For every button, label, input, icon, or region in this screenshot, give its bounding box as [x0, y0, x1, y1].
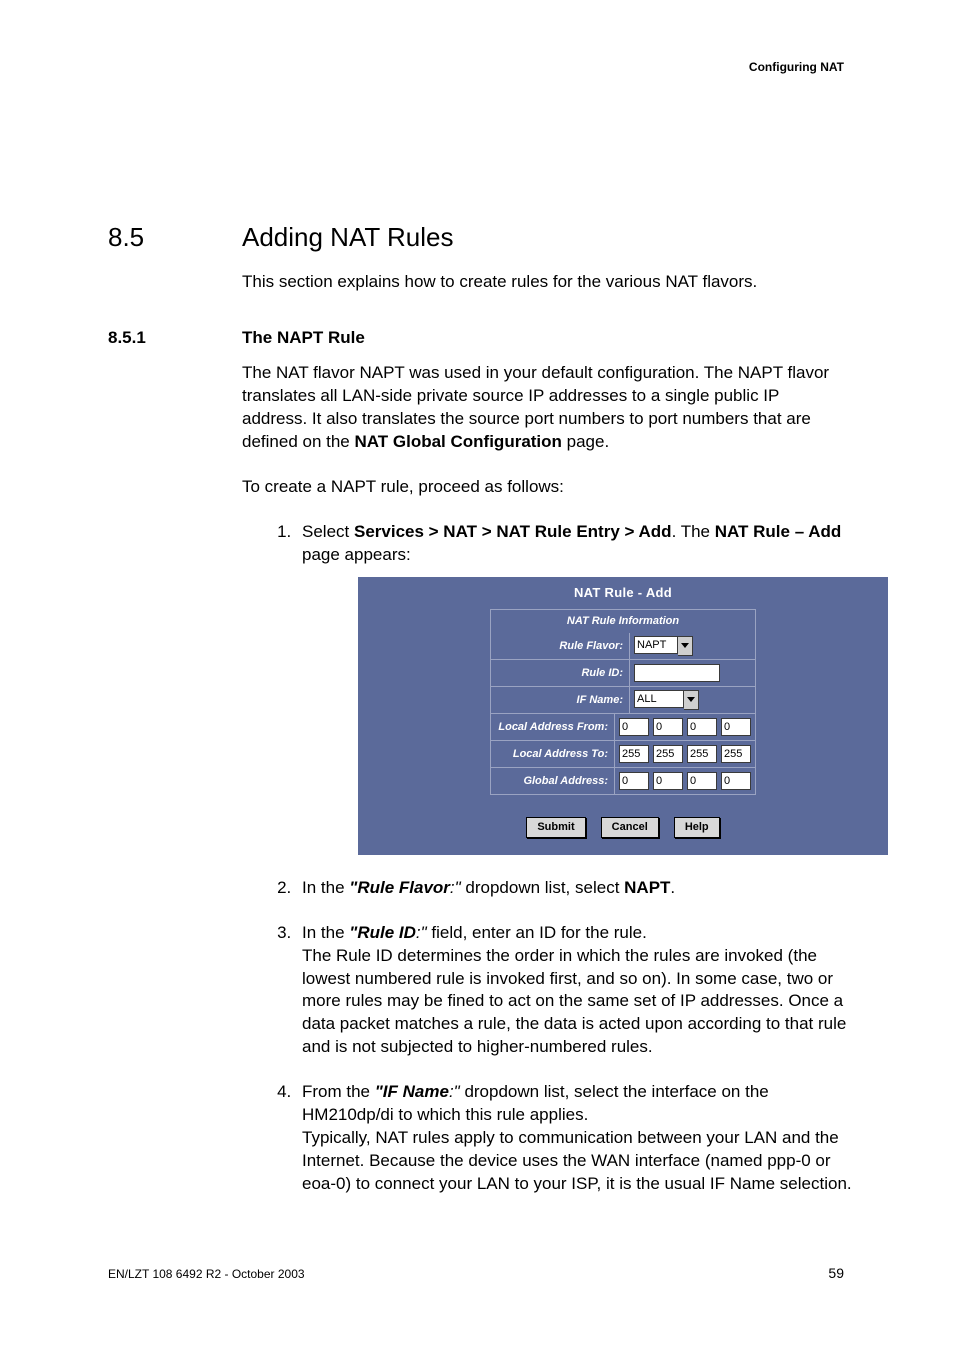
- text-italic: "Rule Flavor:": [349, 878, 460, 897]
- lat-octet-1[interactable]: [619, 745, 649, 763]
- label-if-name: IF Name:: [491, 687, 630, 713]
- text: . The: [672, 522, 715, 541]
- laf-octet-3[interactable]: [687, 718, 717, 736]
- text: .: [670, 878, 675, 897]
- cancel-button[interactable]: Cancel: [601, 817, 659, 838]
- text-bold: Services > NAT > NAT Rule Entry > Add: [354, 522, 672, 541]
- ga-octet-3[interactable]: [687, 772, 717, 790]
- lat-octet-4[interactable]: [721, 745, 751, 763]
- rule-flavor-value: NAPT: [634, 636, 678, 654]
- ga-octet-4[interactable]: [721, 772, 751, 790]
- screenshot-title: NAT Rule - Add: [359, 578, 887, 610]
- label-rule-flavor: Rule Flavor:: [491, 633, 630, 659]
- chevron-down-icon[interactable]: [684, 690, 699, 710]
- text: Typically, NAT rules apply to communicat…: [302, 1128, 852, 1193]
- text-bold: NAT Rule – Add: [715, 522, 842, 541]
- label-rule-id: Rule ID:: [491, 660, 630, 686]
- body-paragraph-2: To create a NAPT rule, proceed as follow…: [242, 476, 842, 499]
- text-italic: "IF Name:": [375, 1082, 460, 1101]
- step-2: In the "Rule Flavor:" dropdown list, sel…: [296, 877, 856, 900]
- body-paragraph-1: The NAT flavor NAPT was used in your def…: [242, 362, 842, 454]
- chevron-down-icon[interactable]: [678, 636, 693, 656]
- label-local-address-to: Local Address To:: [491, 741, 615, 767]
- row-local-address-from: Local Address From:: [490, 714, 756, 741]
- intro-paragraph: This section explains how to create rule…: [242, 271, 842, 294]
- lat-octet-3[interactable]: [687, 745, 717, 763]
- step-1: Select Services > NAT > NAT Rule Entry >…: [296, 521, 856, 855]
- footer-doc-id: EN/LZT 108 6492 R2 - October 2003: [108, 1267, 305, 1281]
- text: In the: [302, 923, 349, 942]
- row-rule-id: Rule ID:: [490, 660, 756, 687]
- screenshot-panel: NAT Rule - Add NAT Rule Information Rule…: [358, 577, 888, 855]
- text: dropdown list, select: [461, 878, 624, 897]
- header-breadcrumb: Configuring NAT: [749, 60, 844, 74]
- text-bold: NAT Global Configuration: [354, 432, 561, 451]
- row-global-address: Global Address:: [490, 768, 756, 795]
- text-bold: NAPT: [624, 878, 670, 897]
- text: The Rule ID determines the order in whic…: [302, 946, 846, 1057]
- laf-octet-4[interactable]: [721, 718, 751, 736]
- row-rule-flavor: Rule Flavor: NAPT: [490, 633, 756, 660]
- text: Select: [302, 522, 354, 541]
- text: field, enter an ID for the rule.: [427, 923, 647, 942]
- text-italic: "Rule ID:": [349, 923, 426, 942]
- text: In the: [302, 878, 349, 897]
- lat-octet-2[interactable]: [653, 745, 683, 763]
- laf-octet-2[interactable]: [653, 718, 683, 736]
- section-number: 8.5: [108, 222, 242, 253]
- subsection-title: The NAPT Rule: [242, 328, 365, 348]
- footer-page-number: 59: [828, 1265, 844, 1281]
- step-3: In the "Rule ID:" field, enter an ID for…: [296, 922, 856, 1060]
- if-name-value: ALL: [634, 690, 684, 708]
- row-local-address-to: Local Address To:: [490, 741, 756, 768]
- label-local-address-from: Local Address From:: [491, 714, 615, 740]
- section-title: Adding NAT Rules: [242, 222, 453, 253]
- screenshot-info-header: NAT Rule Information: [490, 609, 756, 633]
- ga-octet-1[interactable]: [619, 772, 649, 790]
- ga-octet-2[interactable]: [653, 772, 683, 790]
- rule-id-input[interactable]: [634, 664, 720, 682]
- submit-button[interactable]: Submit: [526, 817, 585, 838]
- text: page appears:: [302, 545, 411, 564]
- text: page.: [562, 432, 609, 451]
- text: From the: [302, 1082, 375, 1101]
- step-4: From the "IF Name:" dropdown list, selec…: [296, 1081, 856, 1196]
- if-name-select[interactable]: ALL: [634, 690, 699, 710]
- label-global-address: Global Address:: [491, 768, 615, 794]
- rule-flavor-select[interactable]: NAPT: [634, 636, 693, 656]
- help-button[interactable]: Help: [674, 817, 720, 838]
- laf-octet-1[interactable]: [619, 718, 649, 736]
- row-if-name: IF Name: ALL: [490, 687, 756, 714]
- subsection-number: 8.5.1: [108, 328, 242, 348]
